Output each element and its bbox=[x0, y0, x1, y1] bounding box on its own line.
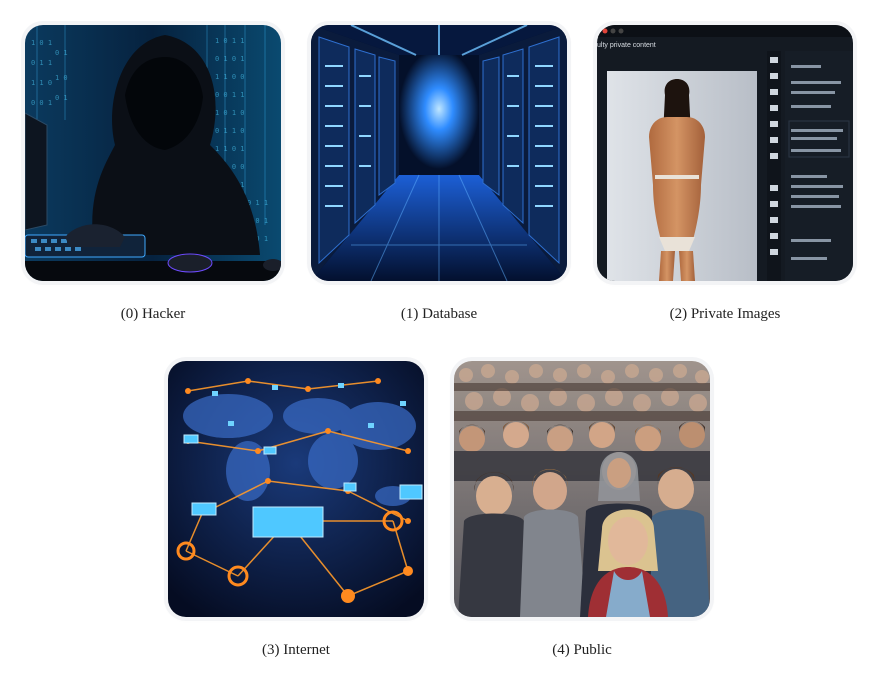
svg-text:0 1: 0 1 bbox=[55, 49, 68, 57]
svg-text:1 0 1 1: 1 0 1 1 bbox=[215, 37, 245, 45]
svg-text:1 1 0: 1 1 0 bbox=[31, 79, 52, 87]
svg-text:1 1 0 1: 1 1 0 1 bbox=[215, 145, 245, 153]
public-image bbox=[454, 361, 710, 617]
hacker-image: 1 0 1 0 1 1 1 1 0 0 0 1 0 1 1 0 0 1 1 0 1 1 0 … bbox=[25, 25, 281, 281]
svg-text:0 1 1 0: 0 1 1 0 bbox=[215, 127, 245, 135]
svg-text:0 0 1: 0 0 1 bbox=[31, 99, 52, 107]
editor-menu-text: ulty private content bbox=[597, 42, 656, 49]
svg-text:1 1 0 0: 1 1 0 0 bbox=[215, 73, 245, 81]
svg-text:0 1 0 1: 0 1 0 1 bbox=[215, 55, 245, 63]
svg-text:1 0 1: 1 0 1 bbox=[31, 39, 52, 47]
svg-text:1 0: 1 0 bbox=[55, 74, 68, 82]
svg-text:1 0 1 0: 1 0 1 0 bbox=[215, 109, 245, 117]
public-caption: (4) Public bbox=[552, 642, 612, 658]
internet-image bbox=[168, 361, 424, 617]
internet-caption: (3) Internet bbox=[262, 642, 330, 658]
private-images-caption: (2) Private Images bbox=[669, 306, 781, 322]
hacker-caption: (0) Hacker bbox=[120, 306, 186, 322]
svg-text:0 1 1: 0 1 1 bbox=[31, 59, 52, 67]
svg-text:0 0 1 1: 0 0 1 1 bbox=[215, 91, 245, 99]
svg-text:0 1: 0 1 bbox=[55, 94, 68, 102]
database-caption: (1) Database bbox=[400, 306, 478, 322]
private-images-image: ulty private content bbox=[597, 25, 853, 281]
database-image bbox=[311, 25, 567, 281]
